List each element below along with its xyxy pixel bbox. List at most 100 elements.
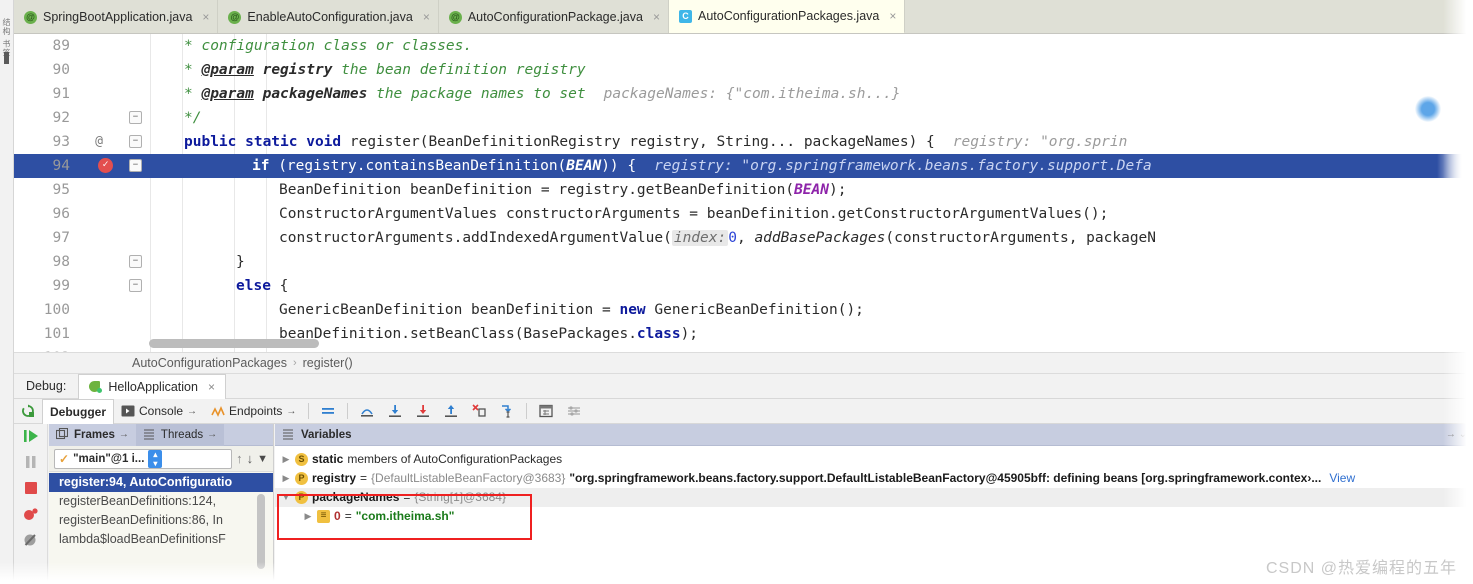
stop-icon[interactable] bbox=[23, 480, 39, 496]
pin-icon[interactable]: → bbox=[207, 429, 217, 440]
line-number: 98 bbox=[52, 254, 70, 270]
code-keyword: class bbox=[636, 326, 681, 342]
endpoints-icon bbox=[211, 404, 225, 418]
filter-button[interactable]: ▼ bbox=[257, 453, 268, 465]
code-seg: )) { bbox=[601, 158, 637, 174]
mute-breakpoints-icon[interactable] bbox=[23, 532, 39, 548]
breadcrumb-method[interactable]: register() bbox=[303, 356, 353, 370]
variable-type: {String[1]@3684} bbox=[414, 490, 506, 504]
code-method: addBasePackages bbox=[754, 230, 886, 246]
step-into-button[interactable] bbox=[381, 399, 409, 424]
fold-marker-icon[interactable]: − bbox=[129, 111, 142, 124]
tab-threads[interactable]: Threads → bbox=[135, 423, 225, 446]
code-keyword: else bbox=[236, 278, 271, 294]
frames-vertical-scrollbar[interactable] bbox=[257, 494, 265, 569]
code-line: 99 − else { bbox=[14, 274, 1473, 298]
variable-name: static bbox=[312, 452, 344, 466]
close-icon[interactable]: × bbox=[653, 10, 660, 24]
fold-marker-icon[interactable]: − bbox=[129, 279, 142, 292]
thread-selector[interactable]: ✓ "main"@1 i... ▴ ▾ bbox=[54, 448, 233, 469]
close-icon[interactable]: × bbox=[202, 10, 209, 24]
tab-label: Threads bbox=[160, 428, 204, 441]
debug-toolbar: Debugger Console → Endpoints → bbox=[14, 398, 1473, 424]
fold-marker-icon[interactable]: − bbox=[129, 159, 142, 172]
chevron-updown-icon[interactable]: ▴ ▾ bbox=[148, 449, 163, 468]
view-link[interactable]: View bbox=[1329, 469, 1355, 488]
tab-frames[interactable]: Frames → bbox=[49, 423, 136, 446]
line-number: 90 bbox=[52, 62, 70, 78]
move-up-button[interactable]: ↑ bbox=[236, 451, 243, 466]
editor-tab-autoconfigurationpackage[interactable]: AutoConfigurationPackage.java × bbox=[438, 0, 669, 33]
breakpoint-icon[interactable] bbox=[98, 156, 113, 173]
view-breakpoints-icon[interactable] bbox=[23, 506, 39, 522]
breadcrumb-class[interactable]: AutoConfigurationPackages bbox=[132, 356, 287, 370]
tab-debugger[interactable]: Debugger bbox=[42, 398, 115, 424]
drop-frame-button[interactable] bbox=[465, 399, 493, 424]
fold-marker-icon[interactable]: − bbox=[129, 255, 142, 268]
pin-icon[interactable]: → bbox=[187, 406, 197, 417]
console-icon bbox=[121, 404, 135, 418]
run-to-cursor-button[interactable] bbox=[493, 399, 521, 424]
variable-row-packagenames[interactable]: ▼ P packageNames = {String[1]@3684} bbox=[275, 488, 1473, 507]
code-text: beanDefinition.setBeanClass(BasePackages… bbox=[279, 322, 698, 346]
frame-row[interactable]: registerBeanDefinitions:86, In bbox=[49, 511, 273, 530]
pin-icon[interactable]: → ⌄ bbox=[1446, 429, 1467, 440]
variable-row-static[interactable]: ▶ S static members of AutoConfigurationP… bbox=[275, 450, 1473, 469]
evaluate-expression-button[interactable] bbox=[532, 399, 560, 424]
frame-row[interactable]: lambda$loadBeanDefinitionsF bbox=[49, 530, 273, 549]
code-text: constructorArguments.addIndexedArgumentV… bbox=[279, 226, 1156, 250]
variable-row-registry[interactable]: ▶ P registry = {DefaultListableBeanFacto… bbox=[275, 469, 1473, 488]
breadcrumb: AutoConfigurationPackages › register() bbox=[14, 352, 1473, 374]
debug-configuration-tab[interactable]: HelloApplication × bbox=[78, 373, 226, 399]
left-tool-rail: 结构 书签 bbox=[0, 0, 14, 584]
variables-title: Variables bbox=[301, 428, 352, 441]
settings-button[interactable] bbox=[560, 399, 588, 424]
close-icon[interactable]: × bbox=[208, 380, 215, 394]
step-over-button[interactable] bbox=[353, 399, 381, 424]
editor-tab-autoconfigurationpackages[interactable]: AutoConfigurationPackages.java × bbox=[668, 0, 906, 33]
editor-horizontal-scrollbar[interactable] bbox=[149, 339, 319, 348]
tab-console[interactable]: Console → bbox=[114, 399, 204, 424]
parameter-hint: index: bbox=[671, 230, 729, 246]
code-keyword: new bbox=[619, 302, 646, 318]
step-out-button[interactable] bbox=[437, 399, 465, 424]
code-line: 93 @ − public static void register(BeanD… bbox=[14, 130, 1473, 154]
inline-debug-hint: packageNames: {"com.itheima.sh...} bbox=[603, 86, 901, 102]
resume-program-icon[interactable] bbox=[23, 428, 39, 444]
chevron-right-icon[interactable]: ▶ bbox=[281, 469, 291, 488]
pin-icon[interactable]: → bbox=[119, 429, 129, 440]
force-step-into-button[interactable] bbox=[409, 399, 437, 424]
pin-icon[interactable]: → bbox=[286, 406, 296, 417]
code-editor[interactable]: 89 * configuration class or classes. 90 … bbox=[14, 34, 1473, 352]
javadoc-param: registry bbox=[253, 62, 333, 78]
code-seg: GenericBeanDefinition beanDefinition = bbox=[279, 302, 620, 318]
annotation-gutter-icon[interactable]: @ bbox=[90, 130, 108, 154]
variable-row-array-element[interactable]: ▶ ≡ 0 = "com.itheima.sh" bbox=[275, 507, 1473, 526]
line-number: 97 bbox=[52, 230, 70, 246]
pause-program-icon[interactable] bbox=[23, 454, 39, 470]
code-keyword: public static void bbox=[184, 134, 342, 150]
code-text: * @param registry the bean definition re… bbox=[184, 58, 586, 82]
fold-marker-icon[interactable]: − bbox=[129, 135, 142, 148]
chevron-down-icon[interactable]: ▼ bbox=[281, 488, 291, 507]
chevron-right-icon[interactable]: ▶ bbox=[303, 507, 313, 526]
move-down-button[interactable]: ↓ bbox=[247, 451, 254, 466]
code-seg: * bbox=[184, 86, 202, 102]
code-line: 90 * @param registry the bean definition… bbox=[14, 58, 1473, 82]
code-seg: beanDefinition.setBeanClass(BasePackages… bbox=[279, 326, 637, 342]
rerun-button[interactable] bbox=[14, 399, 42, 424]
editor-tab-enableautoconfiguration[interactable]: EnableAutoConfiguration.java × bbox=[218, 0, 439, 33]
code-line: 95 BeanDefinition beanDefinition = regis… bbox=[14, 178, 1473, 202]
tab-endpoints[interactable]: Endpoints → bbox=[204, 399, 303, 424]
editor-tab-springbootapplication[interactable]: SpringBootApplication.java × bbox=[14, 0, 219, 33]
frame-row[interactable]: register:94, AutoConfiguratio bbox=[49, 473, 273, 492]
close-icon[interactable]: × bbox=[423, 10, 430, 24]
line-number: 91 bbox=[52, 86, 70, 102]
threads-icon bbox=[143, 428, 157, 442]
show-execution-point-button[interactable] bbox=[314, 399, 342, 424]
variables-header-actions[interactable]: → ⌄ bbox=[1446, 429, 1467, 440]
close-icon[interactable]: × bbox=[889, 9, 896, 23]
code-seg: register(BeanDefinitionRegistry registry… bbox=[341, 134, 935, 150]
frame-row[interactable]: registerBeanDefinitions:124, bbox=[49, 492, 273, 511]
chevron-right-icon[interactable]: ▶ bbox=[281, 450, 291, 469]
